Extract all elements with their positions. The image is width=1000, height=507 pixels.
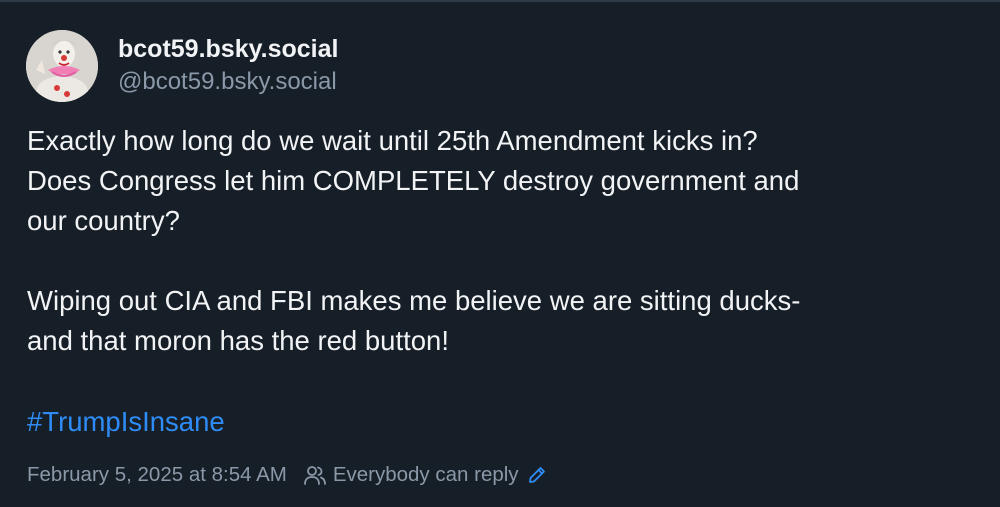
reply-settings[interactable]: Everybody can reply bbox=[287, 460, 547, 490]
post-meta: February 5, 2025 at 8:54 AM Everybody ca… bbox=[27, 460, 547, 490]
display-name[interactable]: bcot59.bsky.social bbox=[118, 34, 338, 64]
clown-avatar-icon bbox=[26, 30, 98, 102]
post-text-line: Exactly how long do we wait until 25th A… bbox=[27, 125, 758, 156]
post-text-line: our country? bbox=[27, 205, 180, 236]
people-icon bbox=[303, 464, 327, 486]
post-text-line: Wiping out CIA and FBI makes me believe … bbox=[27, 285, 801, 316]
post-timestamp[interactable]: February 5, 2025 at 8:54 AM bbox=[27, 460, 287, 490]
author-names: bcot59.bsky.social @bcot59.bsky.social bbox=[118, 34, 338, 98]
post-text-line: Does Congress let him COMPLETELY destroy… bbox=[27, 165, 800, 196]
post-text: Exactly how long do we wait until 25th A… bbox=[27, 121, 977, 361]
post-header: bcot59.bsky.social @bcot59.bsky.social bbox=[26, 30, 338, 102]
handle[interactable]: @bcot59.bsky.social bbox=[118, 66, 338, 98]
pencil-icon[interactable] bbox=[527, 465, 547, 485]
avatar[interactable] bbox=[26, 30, 98, 102]
hashtag-link[interactable]: #TrumpIsInsane bbox=[27, 402, 225, 442]
post-card: bcot59.bsky.social @bcot59.bsky.social E… bbox=[0, 0, 1000, 507]
post-text-line: and that moron has the red button! bbox=[27, 325, 449, 356]
reply-setting-label: Everybody can reply bbox=[332, 463, 519, 486]
